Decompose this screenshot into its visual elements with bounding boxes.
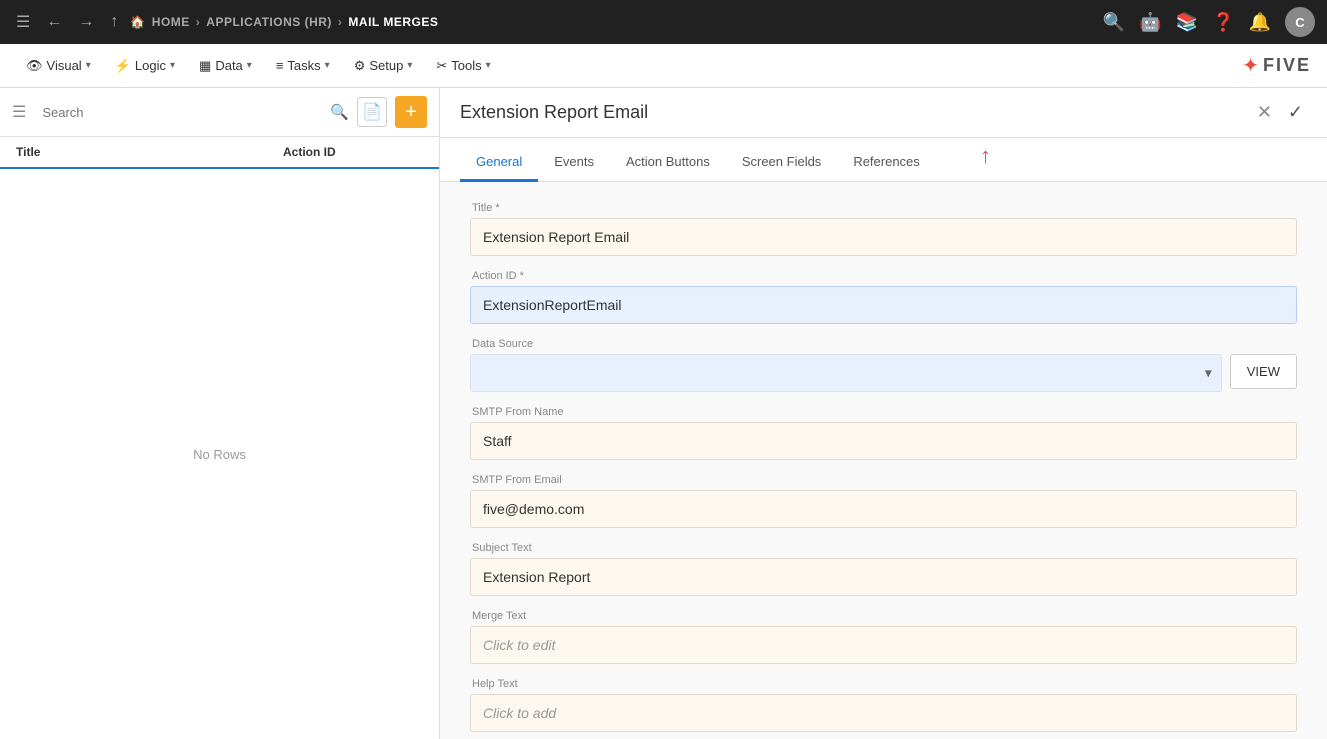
smtp-from-email-label: SMTP From Email <box>470 474 1297 486</box>
data-source-row: ▾ VIEW <box>470 354 1297 392</box>
breadcrumb-mail-merges[interactable]: MAIL MERGES <box>348 15 438 29</box>
save-button[interactable]: ✓ <box>1284 98 1307 127</box>
left-panel: ☰ 🔍 📄 + Title Action ID No Rows <box>0 88 440 739</box>
menu-visual[interactable]: 👁 Visual ▾ <box>16 52 101 80</box>
search-icon[interactable]: 🔍 <box>330 103 349 121</box>
tools-arrow: ▾ <box>486 60 491 71</box>
column-action-id: Action ID <box>283 145 423 159</box>
search-input-wrap <box>34 101 322 124</box>
up-icon[interactable]: ↑ <box>106 9 122 35</box>
title-label: Title * <box>470 202 1297 214</box>
tasks-icon: ≡ <box>276 58 284 73</box>
list-icon[interactable]: ☰ <box>12 102 26 122</box>
menu-bar: 👁 Visual ▾ ⚡ Logic ▾ ▦ Data ▾ ≡ Tasks ▾ … <box>0 44 1327 88</box>
hamburger-icon[interactable]: ☰ <box>12 8 34 36</box>
back-icon[interactable]: ← <box>42 9 66 35</box>
subject-text-input[interactable] <box>470 558 1297 596</box>
help-text-input[interactable] <box>470 694 1297 732</box>
table-header: Title Action ID <box>0 137 439 169</box>
breadcrumb-home[interactable]: HOME <box>152 15 190 29</box>
main-layout: ☰ 🔍 📄 + Title Action ID No Rows Extensio… <box>0 88 1327 739</box>
smtp-from-name-input[interactable] <box>470 422 1297 460</box>
title-field-group: Title * <box>470 202 1297 256</box>
data-icon: ▦ <box>199 58 211 74</box>
search-bar: ☰ 🔍 📄 + <box>0 88 439 137</box>
tab-references[interactable]: References <box>837 144 935 182</box>
visual-icon: 👁 <box>26 58 43 74</box>
document-icon[interactable]: 📄 <box>357 97 387 127</box>
tasks-arrow: ▾ <box>325 60 330 71</box>
column-title: Title <box>16 145 283 159</box>
merge-text-label: Merge Text <box>470 610 1297 622</box>
breadcrumb-applications[interactable]: APPLICATIONS (HR) <box>206 15 332 29</box>
right-panel: Extension Report Email ✕ ✓ General Event… <box>440 88 1327 739</box>
top-nav-right: 🔍 🤖 📚 ❓ 🔔 C <box>1103 7 1315 37</box>
logic-icon: ⚡ <box>115 58 131 74</box>
help-icon[interactable]: ❓ <box>1212 12 1234 33</box>
data-source-label: Data Source <box>470 338 1297 350</box>
merge-text-field-group: Merge Text <box>470 610 1297 664</box>
tab-general[interactable]: General <box>460 144 538 182</box>
title-input[interactable] <box>470 218 1297 256</box>
menu-logic[interactable]: ⚡ Logic ▾ <box>105 52 185 80</box>
setup-icon: ⚙ <box>354 58 366 74</box>
subject-text-field-group: Subject Text <box>470 542 1297 596</box>
subject-text-label: Subject Text <box>470 542 1297 554</box>
tab-events[interactable]: Events <box>538 144 610 182</box>
tools-icon: ✂ <box>436 58 447 74</box>
smtp-from-email-field-group: SMTP From Email <box>470 474 1297 528</box>
form-content: Title * Action ID * Data Source ▾ <box>440 182 1327 739</box>
no-rows-message: No Rows <box>0 169 439 739</box>
search-globe-icon[interactable]: 🔍 <box>1103 12 1125 33</box>
action-id-field-group: Action ID * <box>470 270 1297 324</box>
library-icon[interactable]: 📚 <box>1176 12 1198 33</box>
menu-setup[interactable]: ⚙ Setup ▾ <box>344 52 423 80</box>
help-text-field-group: Help Text <box>470 678 1297 732</box>
home-icon: 🏠 <box>130 15 145 29</box>
notification-icon[interactable]: 🔔 <box>1249 12 1271 33</box>
top-navigation: ☰ ← → ↑ 🏠 HOME › APPLICATIONS (HR) › MAI… <box>0 0 1327 44</box>
smtp-from-email-input[interactable] <box>470 490 1297 528</box>
form-title: Extension Report Email <box>460 102 1253 123</box>
data-source-select[interactable] <box>470 354 1222 392</box>
menu-data[interactable]: ▦ Data ▾ <box>189 52 262 80</box>
breadcrumb: 🏠 HOME › APPLICATIONS (HR) › MAIL MERGES <box>130 15 438 29</box>
form-header-actions: ✕ ✓ <box>1253 98 1307 127</box>
red-arrow-indicator: ↑ <box>980 143 991 169</box>
visual-arrow: ▾ <box>86 60 91 71</box>
forward-icon[interactable]: → <box>74 9 98 35</box>
action-id-input[interactable] <box>470 286 1297 324</box>
view-button[interactable]: VIEW <box>1230 354 1297 389</box>
data-arrow: ▾ <box>247 60 252 71</box>
merge-text-input[interactable] <box>470 626 1297 664</box>
menu-tools[interactable]: ✂ Tools ▾ <box>426 52 500 80</box>
form-header: Extension Report Email ✕ ✓ <box>440 88 1327 138</box>
avatar[interactable]: C <box>1285 7 1315 37</box>
five-logo: ✦ FIVE <box>1242 53 1311 78</box>
smtp-from-name-label: SMTP From Name <box>470 406 1297 418</box>
tabs-bar: General Events Action Buttons Screen Fie… <box>440 138 1327 182</box>
five-star-icon: ✦ <box>1242 53 1259 78</box>
help-text-label: Help Text <box>470 678 1297 690</box>
add-button[interactable]: + <box>395 96 427 128</box>
action-id-label: Action ID * <box>470 270 1297 282</box>
five-logo-text: FIVE <box>1263 55 1311 76</box>
menu-tasks[interactable]: ≡ Tasks ▾ <box>266 52 340 79</box>
tab-screen-fields[interactable]: Screen Fields <box>726 144 837 182</box>
data-source-field-group: Data Source ▾ VIEW <box>470 338 1297 392</box>
tab-action-buttons[interactable]: Action Buttons <box>610 144 726 182</box>
data-source-select-wrap: ▾ <box>470 354 1222 392</box>
close-button[interactable]: ✕ <box>1253 98 1276 127</box>
robot-icon[interactable]: 🤖 <box>1139 12 1161 33</box>
search-input[interactable] <box>34 101 322 124</box>
smtp-from-name-field-group: SMTP From Name <box>470 406 1297 460</box>
logic-arrow: ▾ <box>170 60 175 71</box>
setup-arrow: ▾ <box>407 60 412 71</box>
